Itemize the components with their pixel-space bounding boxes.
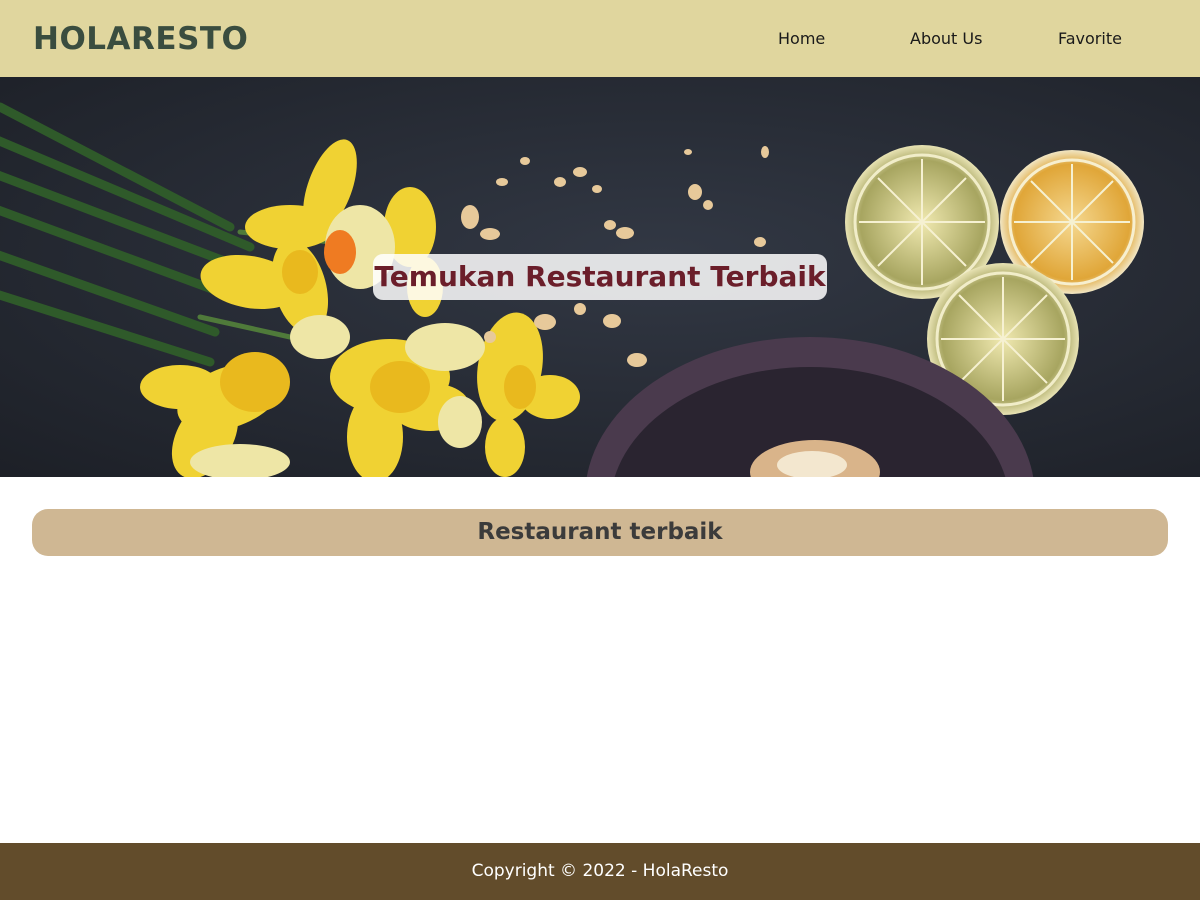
hero-title: Temukan Restaurant Terbaik <box>373 254 827 300</box>
app-header: HOLARESTO Home About Us Favorite <box>0 0 1200 77</box>
hero-banner: Temukan Restaurant Terbaik <box>0 77 1200 477</box>
nav-about-link[interactable]: About Us <box>910 27 982 51</box>
section-heading: Restaurant terbaik <box>32 509 1168 556</box>
app-footer: Copyright © 2022 - HolaResto <box>0 843 1200 900</box>
page: HOLARESTO Home About Us Favorite Temukan… <box>0 0 1200 900</box>
main-nav: Home About Us Favorite <box>0 0 1200 77</box>
nav-favorite-link[interactable]: Favorite <box>1058 27 1122 51</box>
copyright-text: Copyright © 2022 - HolaResto <box>471 861 729 881</box>
nav-home-link[interactable]: Home <box>778 27 825 51</box>
